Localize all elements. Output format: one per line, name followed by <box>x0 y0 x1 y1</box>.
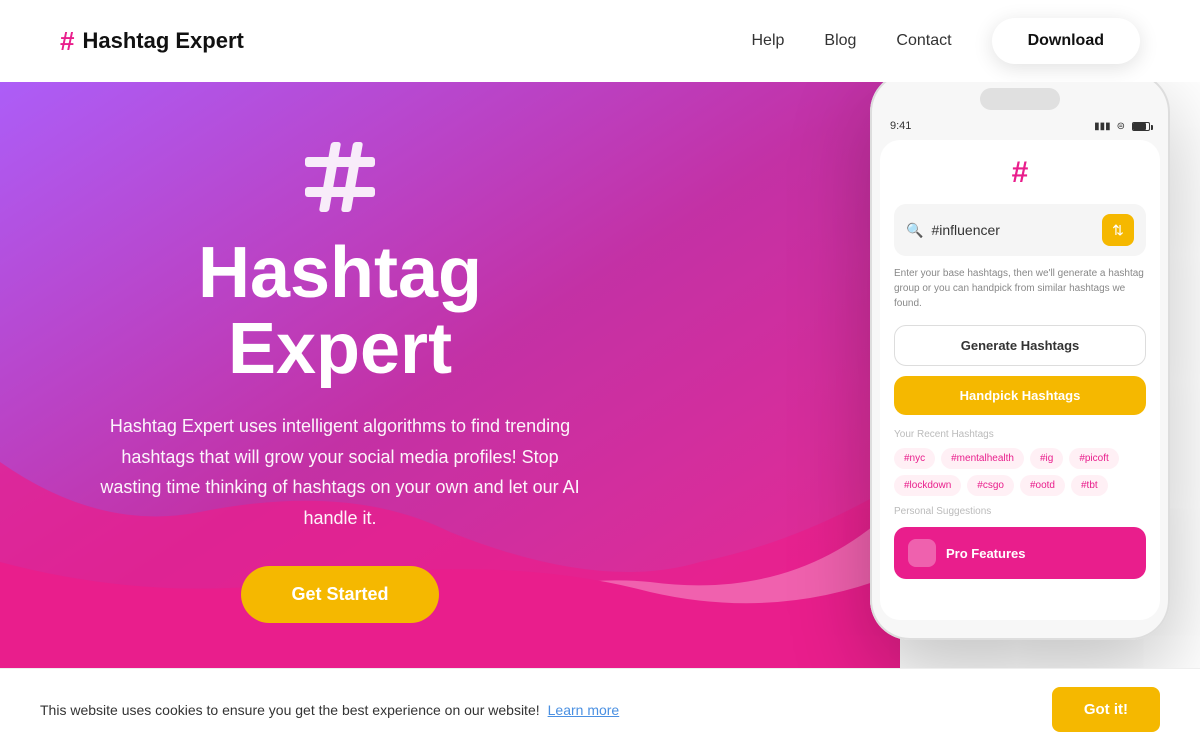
logo-text: Hashtag Expert <box>82 28 243 54</box>
hashtag-chip-ootd[interactable]: #ootd <box>1020 475 1065 496</box>
hashtag-chip-mentalhealth[interactable]: #mentalhealth <box>941 448 1024 469</box>
pro-features-label: Pro Features <box>946 546 1025 561</box>
status-icons: ▮▮▮ ⊜ <box>1094 121 1150 132</box>
cookie-banner: This website uses cookies to ensure you … <box>0 668 1200 750</box>
hashtag-chip-tbt[interactable]: #tbt <box>1071 475 1108 496</box>
hashtag-chip-ig[interactable]: #ig <box>1030 448 1063 469</box>
pro-icon <box>908 539 936 567</box>
recent-hashtags-row-2: #lockdown #csgo #ootd #tbt <box>894 475 1146 496</box>
pro-features-banner[interactable]: Pro Features <box>894 527 1146 579</box>
battery-icon <box>1132 122 1150 131</box>
hashtag-chip-lockdown[interactable]: #lockdown <box>894 475 961 496</box>
hero-section: Hashtag Expert Hashtag Expert uses intel… <box>0 82 1200 732</box>
handpick-hashtags-button[interactable]: Handpick Hashtags <box>894 376 1146 415</box>
search-input[interactable]: #influencer <box>931 222 1094 238</box>
hashtag-chip-csgo[interactable]: #csgo <box>967 475 1014 496</box>
app-hash-icon: # <box>1012 156 1029 189</box>
personal-suggestions-label: Personal Suggestions <box>894 506 1146 517</box>
phone-status-bar: 9:41 ▮▮▮ ⊜ <box>880 120 1160 140</box>
hashtag-chip-nyc[interactable]: #nyc <box>894 448 935 469</box>
filter-button[interactable]: ⇅ <box>1102 214 1134 246</box>
signal-icon: ▮▮▮ <box>1094 121 1111 132</box>
search-icon: 🔍 <box>906 222 923 239</box>
search-bar[interactable]: 🔍 #influencer ⇅ <box>894 204 1146 256</box>
download-button[interactable]: Download <box>992 18 1140 64</box>
hero-title: Hashtag Expert <box>80 236 600 387</box>
nav-links: Help Blog Contact Download <box>751 18 1140 64</box>
nav-contact[interactable]: Contact <box>896 32 951 50</box>
cookie-message: This website uses cookies to ensure you … <box>40 702 540 718</box>
cookie-accept-button[interactable]: Got it! <box>1052 687 1160 732</box>
phone-notch <box>980 88 1060 110</box>
cookie-learn-more-link[interactable]: Learn more <box>548 702 620 718</box>
recent-hashtags-row-1: #nyc #mentalhealth #ig #picoft <box>894 448 1146 469</box>
recent-hashtags-label: Your Recent Hashtags <box>894 429 1146 440</box>
nav-help[interactable]: Help <box>751 32 784 50</box>
phone-mockup: 9:41 ▮▮▮ ⊜ # 🔍 #influencer ⇅ <box>870 82 1180 640</box>
app-logo: # <box>894 156 1146 190</box>
logo: # Hashtag Expert <box>60 26 244 57</box>
phone-frame: 9:41 ▮▮▮ ⊜ # 🔍 #influencer ⇅ <box>870 82 1170 640</box>
generate-hashtags-button[interactable]: Generate Hashtags <box>894 325 1146 366</box>
hero-description: Hashtag Expert uses intelligent algorith… <box>100 411 580 533</box>
status-time: 9:41 <box>890 120 911 132</box>
hashtag-chip-picoft[interactable]: #picoft <box>1069 448 1118 469</box>
hero-cta-button[interactable]: Get Started <box>241 566 438 623</box>
nav-blog[interactable]: Blog <box>824 32 856 50</box>
hero-content: Hashtag Expert Hashtag Expert uses intel… <box>80 142 600 623</box>
navbar: # Hashtag Expert Help Blog Contact Downl… <box>0 0 1200 82</box>
hero-hash-icon <box>80 142 600 226</box>
search-hint: Enter your base hashtags, then we'll gen… <box>894 266 1146 311</box>
phone-screen: # 🔍 #influencer ⇅ Enter your base hashta… <box>880 140 1160 620</box>
wifi-icon: ⊜ <box>1117 121 1125 132</box>
logo-hash-icon: # <box>60 26 74 57</box>
